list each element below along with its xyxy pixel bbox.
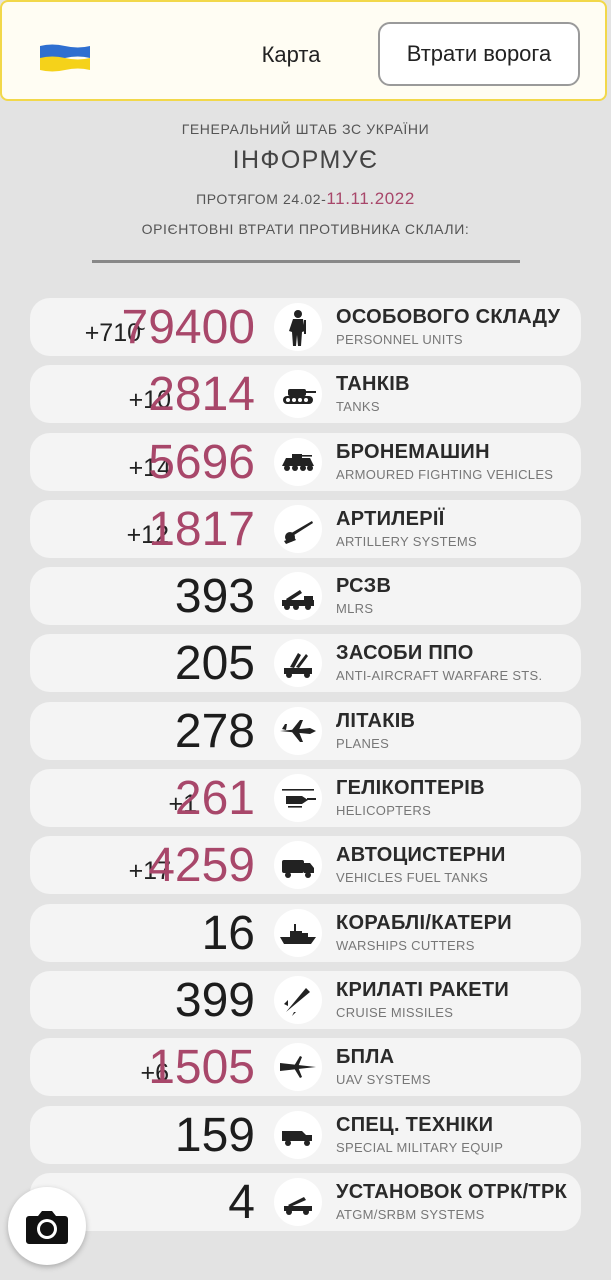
loss-category-ua: ЗАСОБИ ППО [336, 642, 474, 665]
loss-category-en: PERSONNEL UNITS [336, 332, 463, 347]
loss-total: 16 [201, 906, 255, 960]
informs-heading: ІНФОРМУЄ [232, 146, 379, 174]
loss-category-en: TANKS [336, 399, 380, 415]
loss-category-ua: ЛІТАКІВ [336, 709, 416, 732]
loss-row: +12 1817 АРТИЛЕРІЇ ARTILLERY SYSTEMS [30, 499, 581, 558]
losses-list: +710 ~79400 ОСОБОВОГО СКЛАДУ PERSONNEL UNIT… [30, 298, 581, 1240]
loss-category-en: UAV SYSTEMS [336, 1072, 431, 1088]
period-prefix: ПРОТЯГОМ 24.02- [196, 191, 327, 207]
loss-row: 16 КОРАБЛІ/КАТЕРИ WARSHIPS CUTTERS [30, 903, 581, 962]
loss-category-en: CRUISE MISSILES [336, 1004, 454, 1020]
loss-category-ua: АВТОЦИСТЕРНИ [336, 844, 506, 867]
loss-total: 1505 [148, 1041, 255, 1095]
drone-icon [274, 1043, 322, 1092]
period-date: 11.11.2022 [326, 189, 415, 208]
special-vehicle-icon [274, 1110, 322, 1159]
enemy-losses-button[interactable]: Втрати ворога [378, 22, 580, 86]
loss-total: 261 [174, 772, 255, 826]
loss-row: 393 РСЗВ MLRS [30, 567, 581, 626]
loss-total: 205 [174, 637, 255, 691]
loss-total: 4259 [148, 839, 255, 893]
srbm-launcher-icon [274, 1177, 322, 1226]
loss-category-ua: КРИЛАТІ РАКЕТИ [336, 978, 510, 1001]
loss-total: 4 [228, 1175, 255, 1229]
loss-row: +17 4259 АВТОЦИСТЕРНИ VEHICLES FUEL TANKS [30, 836, 581, 895]
loss-category-ua: ГЕЛІКОПТЕРІВ [336, 777, 485, 800]
top-bar: Карта Втрати ворога [0, 0, 607, 101]
loss-category-en: HELICOPTERS [336, 803, 432, 819]
loss-row: +6 1505 БПЛА UAV SYSTEMS [30, 1038, 581, 1097]
loss-category-ua: АРТИЛЕРІЇ [336, 507, 445, 530]
loss-row: 159 СПЕЦ. ТЕХНІКИ SPECIAL MILITARY EQUIP [30, 1105, 581, 1164]
armored-vehicle-icon [274, 437, 322, 486]
loss-category-ua: СПЕЦ. ТЕХНІКИ [336, 1113, 494, 1136]
loss-category-en: ARMOURED FIGHTING VEHICLES [336, 466, 554, 482]
loss-total: 278 [174, 704, 255, 758]
loss-category-ua: БПЛА [336, 1046, 395, 1069]
soldier-icon [274, 303, 322, 351]
mlrs-icon [274, 572, 322, 621]
general-staff-line: ГЕНЕРАЛЬНИЙ ШТАБ ЗС УКРАЇНИ [181, 121, 430, 137]
loss-row: +10 2814 ТАНКІВ TANKS [30, 365, 581, 424]
missile-icon [274, 975, 322, 1024]
loss-category-en: VEHICLES FUEL TANKS [336, 870, 489, 886]
loss-category-en: PLANES [336, 735, 390, 751]
loss-row: +1 261 ГЕЛІКОПТЕРІВ HELICOPTERS [30, 769, 581, 828]
map-nav-link[interactable]: Карта [236, 36, 346, 74]
loss-category-ua: ТАНКІВ [336, 373, 410, 396]
loss-row: +710 ~79400 ОСОБОВОГО СКЛАДУ PERSONNEL UNIT… [30, 298, 581, 356]
loss-category-en: ATGM/SRBM SYSTEMS [336, 1206, 485, 1222]
period-line: ПРОТЯГОМ 24.02-11.11.2022 [0, 189, 611, 209]
ukraine-flag-icon [40, 44, 90, 72]
loss-category-en: SPECIAL MILITARY EQUIP [336, 1139, 504, 1155]
warship-icon [274, 908, 322, 957]
report-header: ГЕНЕРАЛЬНИЙ ШТАБ ЗС УКРАЇНИ ІНФОРМУЄ ПРО… [0, 114, 611, 237]
loss-row: +14 5696 БРОНЕМАШИН ARMOURED FIGHTING VEHIC… [30, 432, 581, 491]
loss-category-ua: РСЗВ [336, 575, 392, 598]
loss-total: 1817 [148, 502, 255, 556]
camera-icon [26, 1211, 68, 1244]
loss-category-ua: КОРАБЛІ/КАТЕРИ [336, 911, 512, 934]
loss-category-ua: УСТАНОВОК ОТРК/ТРК [336, 1180, 568, 1203]
plane-icon [274, 706, 322, 755]
fuel-truck-icon [274, 841, 322, 890]
loss-category-en: WARSHIPS CUTTERS [336, 937, 475, 953]
loss-row: 399 КРИЛАТІ РАКЕТИ CRUISE MISSILES [30, 970, 581, 1029]
loss-category-en: ANTI-AIRCRAFT WARFARE STS. [336, 668, 543, 684]
loss-category-ua: БРОНЕМАШИН [336, 440, 490, 463]
loss-row: 4 УСТАНОВОК ОТРК/ТРК ATGM/SRBM SYSTEMS [30, 1172, 581, 1231]
loss-total: 393 [174, 570, 255, 624]
loss-row: 278 ЛІТАКІВ PLANES [30, 701, 581, 760]
header-divider [92, 260, 520, 263]
camera-button[interactable] [8, 1187, 86, 1265]
loss-total: 79400 [121, 301, 255, 354]
helicopter-icon [274, 774, 322, 823]
loss-total: 159 [174, 1108, 255, 1162]
loss-total: 5696 [148, 435, 255, 489]
loss-category-en: MLRS [336, 601, 374, 617]
loss-category-ua: ОСОБОВОГО СКЛАДУ [336, 306, 561, 328]
loss-total: 399 [174, 973, 255, 1027]
losses-intro-line: ОРІЄНТОВНІ ВТРАТИ ПРОТИВНИКА СКЛАЛИ: [141, 221, 470, 237]
artillery-icon [274, 504, 322, 553]
loss-category-en: ARTILLERY SYSTEMS [336, 533, 477, 549]
tank-icon [274, 370, 322, 419]
loss-total: 2814 [148, 368, 255, 422]
loss-row: 205 ЗАСОБИ ППО ANTI-AIRCRAFT WARFARE STS. [30, 634, 581, 693]
anti-aircraft-icon [274, 639, 322, 688]
